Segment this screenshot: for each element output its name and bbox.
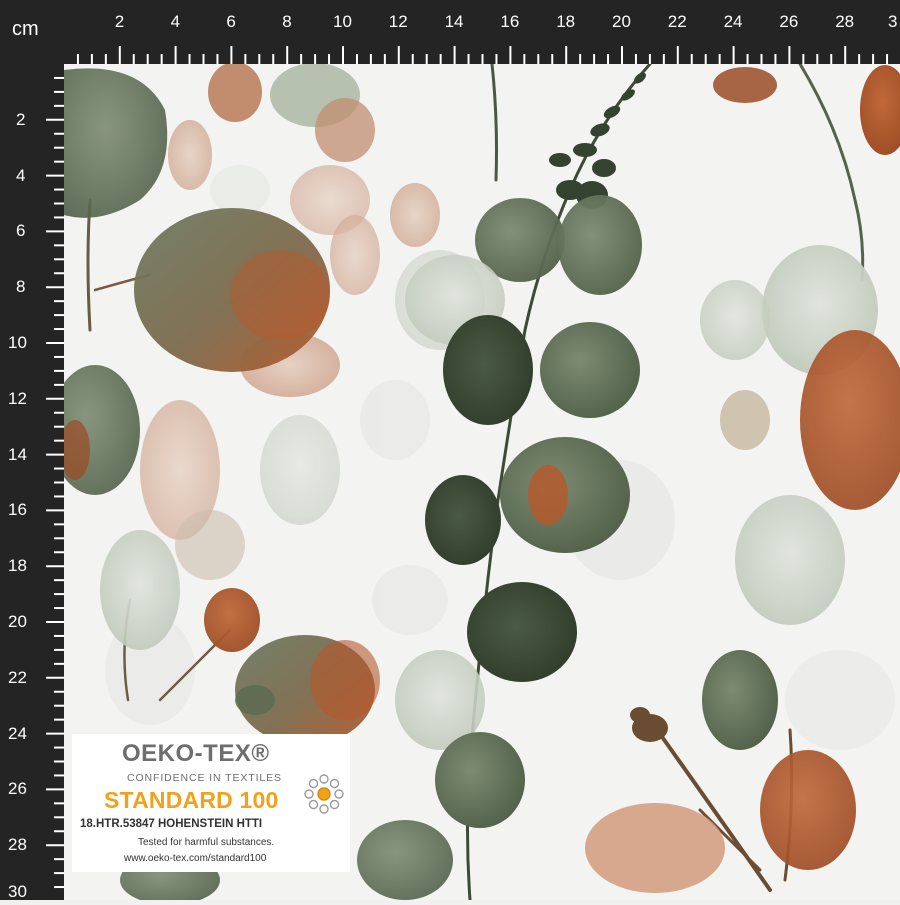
- ruler-unit-label: cm: [12, 18, 39, 40]
- top-ruler-label: 28: [835, 12, 855, 31]
- top-ruler-label: 14: [444, 12, 464, 31]
- left-ruler-label: 16: [8, 500, 27, 520]
- badge-certificate-id: 18.HTR.53847 HOHENSTEIN HTTI: [80, 818, 263, 830]
- top-ruler-label: 16: [500, 12, 520, 31]
- top-ruler-label: 10: [333, 12, 352, 31]
- left-ruler-label: 22: [8, 667, 27, 687]
- top-ruler-label: 4: [170, 12, 181, 31]
- top-ruler-label: 18: [556, 12, 576, 31]
- left-ruler-label: 26: [8, 779, 27, 799]
- badge-standard: STANDARD 100: [104, 787, 279, 813]
- left-ruler-label: 18: [8, 556, 27, 576]
- left-ruler-label: 12: [8, 388, 27, 408]
- top-ruler-label: 20: [612, 12, 631, 31]
- badge-url-text: www.oeko-tex.com/standard100: [124, 853, 267, 864]
- left-ruler-label: 4: [16, 165, 26, 185]
- left-ruler: 2 4 6 8 10 12 14 16 18 20 22 24 26 28 30: [0, 64, 64, 901]
- top-ruler: cm 2 4 6 8 10 12 14 16 18 20 22 24 26 28 3: [0, 0, 900, 64]
- left-ruler-label: 28: [8, 835, 27, 855]
- left-ruler-ticks: [46, 76, 64, 889]
- top-ruler-label: 12: [388, 12, 408, 31]
- left-ruler-label: 20: [8, 612, 27, 631]
- top-ruler-label: 3: [888, 12, 898, 31]
- left-ruler-label: 8: [16, 277, 26, 297]
- left-ruler-label: 14: [8, 444, 27, 464]
- top-left-leaves: [64, 64, 440, 397]
- badge-subtitle: CONFIDENCE IN TEXTILES: [127, 772, 282, 784]
- left-ruler-label: 10: [8, 333, 27, 352]
- top-ruler-label: 2: [114, 12, 125, 31]
- top-ruler-label: 22: [667, 12, 687, 31]
- left-ruler-label: 24: [8, 723, 27, 743]
- badge-tested-text: Tested for harmful substances.: [138, 837, 275, 848]
- left-ruler-label: 6: [16, 221, 26, 241]
- top-ruler-label: 6: [226, 12, 236, 31]
- left-ruler-label: 30: [8, 882, 27, 901]
- badge-title: OEKO-TEX®: [122, 740, 270, 767]
- oeko-tex-flower-icon: [304, 774, 344, 814]
- top-ruler-label: 26: [779, 12, 799, 31]
- left-ruler-label: 2: [16, 109, 26, 129]
- left-side-leaves: [64, 365, 260, 652]
- oeko-tex-badge: OEKO-TEX® CONFIDENCE IN TEXTILES STANDAR…: [72, 734, 350, 872]
- small-leaf-sprig: [549, 72, 646, 209]
- top-ruler-label: 8: [282, 12, 292, 31]
- top-ruler-label: 24: [723, 12, 743, 31]
- top-ruler-ticks: [76, 46, 889, 64]
